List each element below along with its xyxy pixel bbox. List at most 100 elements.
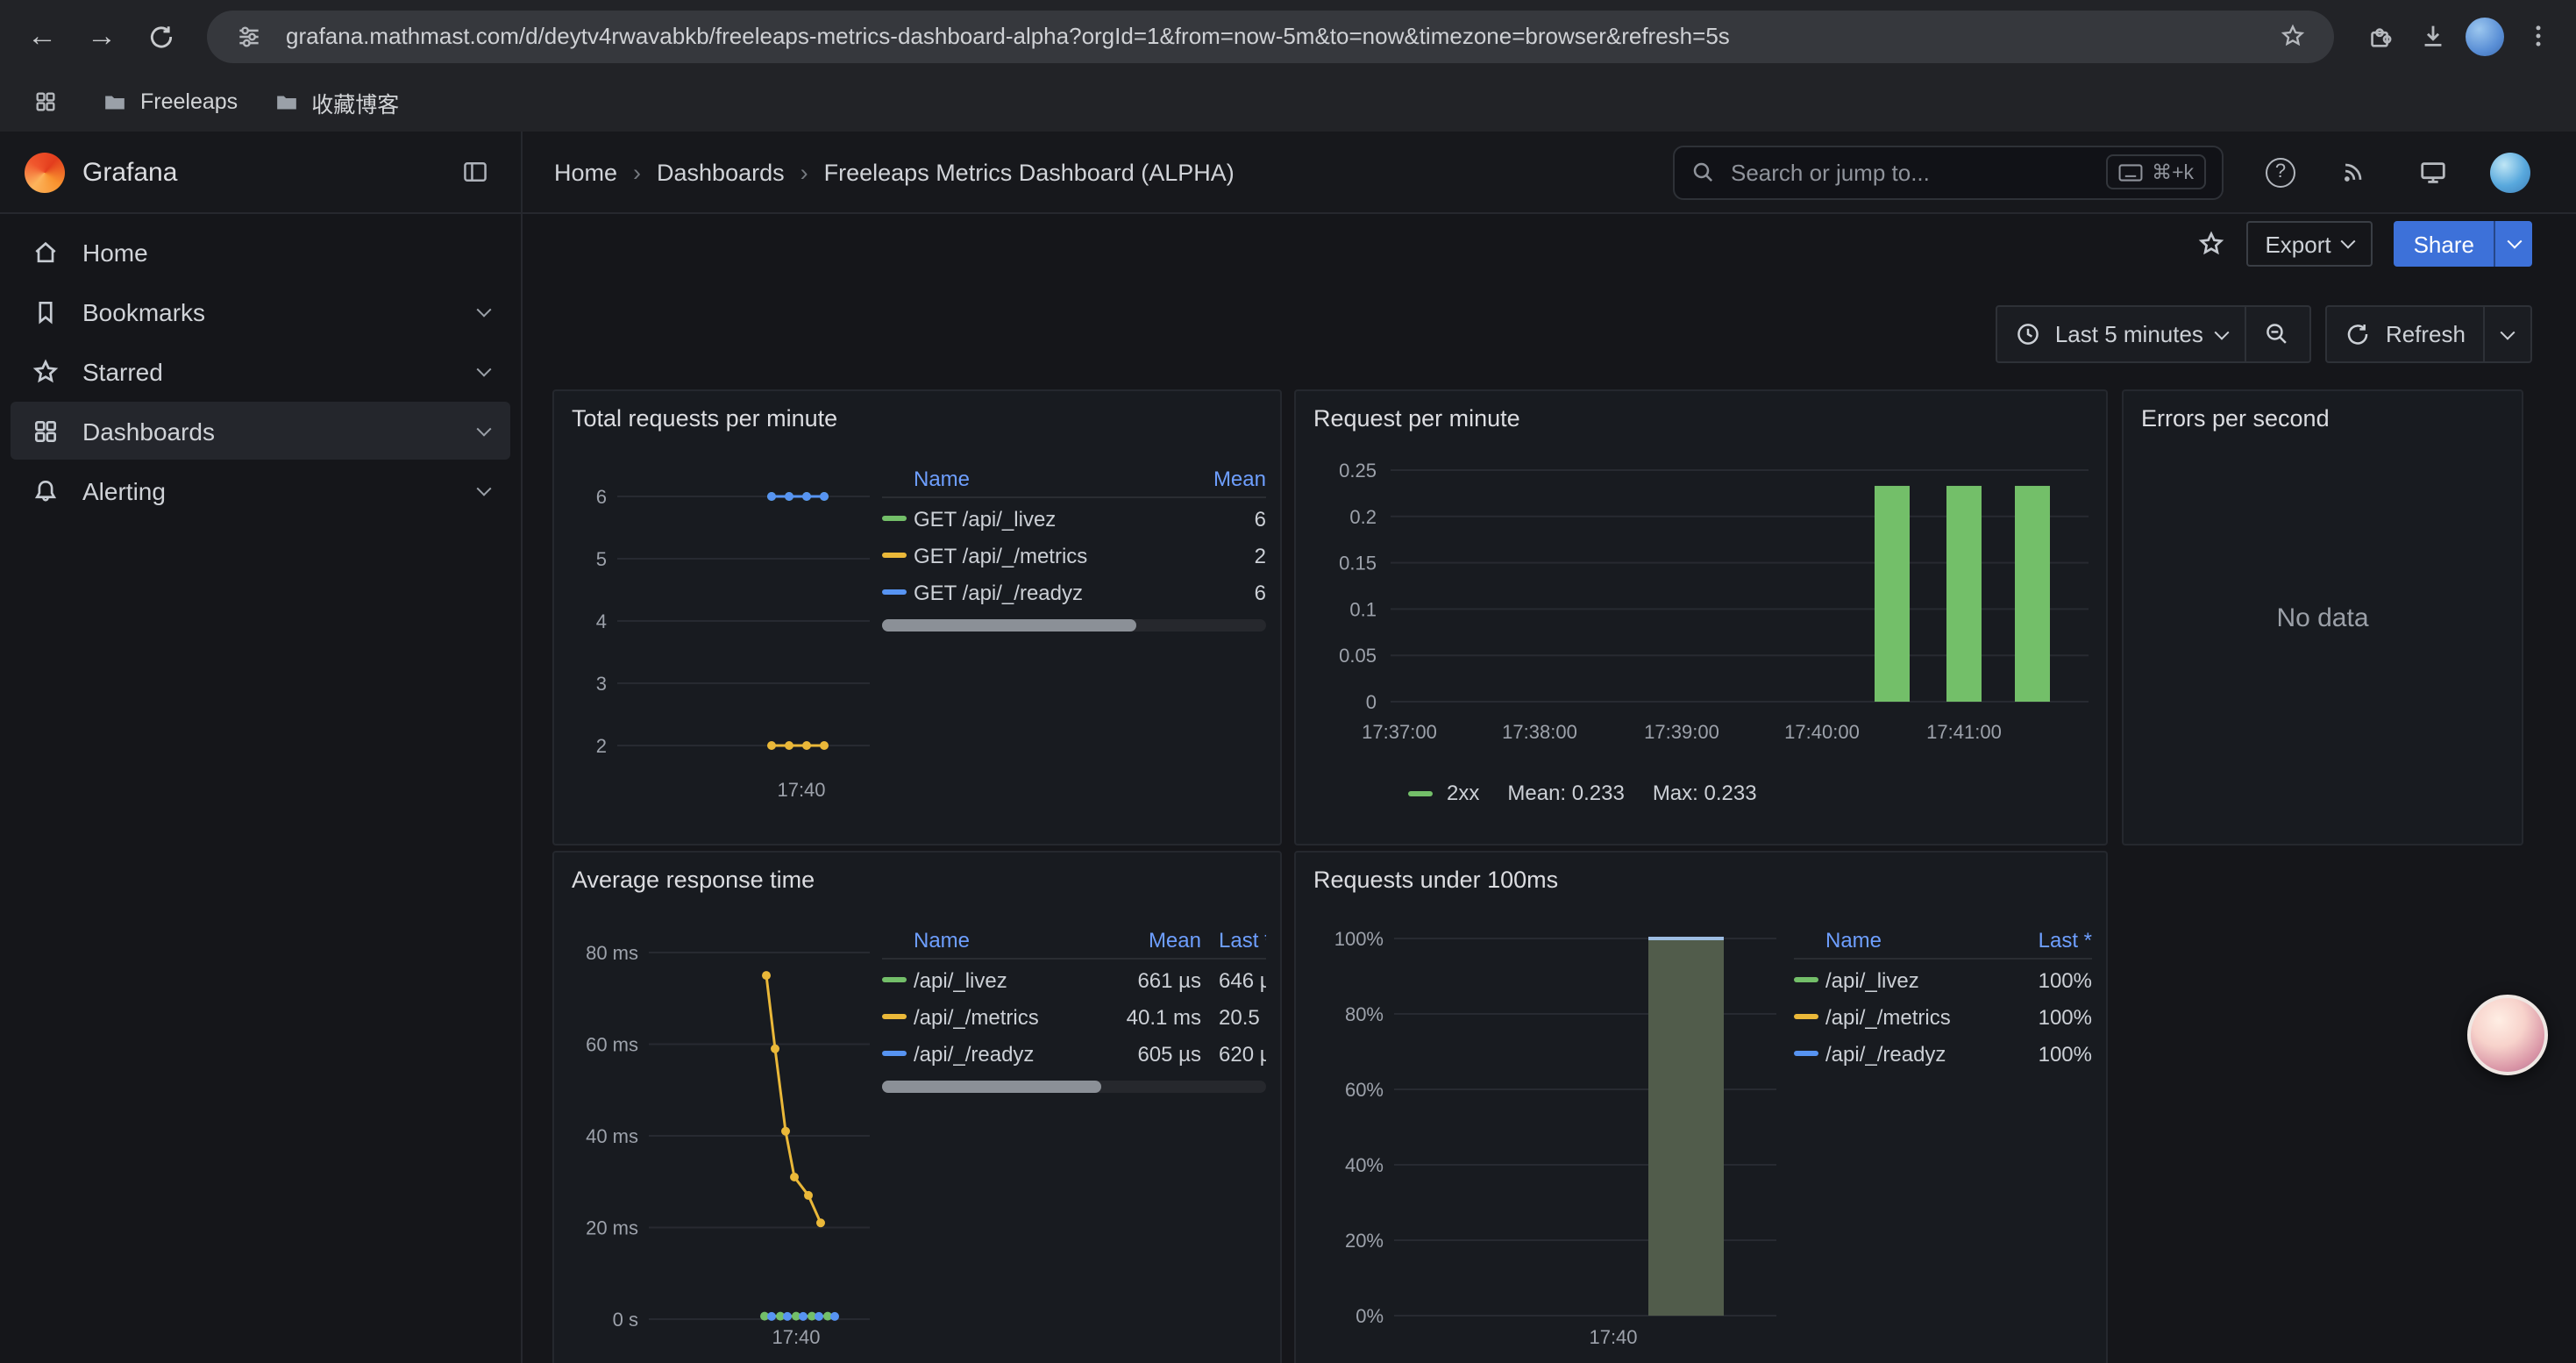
legend-item[interactable]: GET /api/_/metrics2 [882,537,1266,574]
svg-text:0: 0 [1366,691,1377,713]
reload-icon [147,22,175,50]
svg-text:17:39:00: 17:39:00 [1644,721,1719,743]
legend-header[interactable]: Name [1825,927,2001,952]
back-button[interactable]: ← [18,11,67,61]
sidebar-item-home[interactable]: Home [11,223,510,281]
apps-grid-icon[interactable] [25,81,67,123]
series-color-dash [882,977,907,982]
site-settings-icon[interactable] [228,15,270,57]
address-bar[interactable]: grafana.mathmast.com/d/deytv4rwavabkb/fr… [207,10,2334,62]
refresh-interval-caret[interactable] [2483,307,2530,361]
legend-item[interactable]: /api/_/metrics40.1 ms20.5 ms [882,998,1266,1035]
legend-item[interactable]: /api/_livez100% [1794,961,2092,998]
chevron-down-icon[interactable] [479,485,489,496]
legend-header[interactable]: Last * [2001,927,2092,952]
sidebar-item-label: Home [82,238,148,266]
breadcrumb-dashboards[interactable]: Dashboards [657,159,785,185]
news-rss-icon[interactable] [2332,151,2374,193]
series-mean: Mean: 0.233 [1507,781,1624,805]
bar-chart[interactable]: 0.250.20.150.10.05017:37:0017:38:0017:39… [1310,439,2096,765]
grafana-logo[interactable] [25,152,65,192]
export-label: Export [2265,231,2330,257]
bookmark-label: 收藏博客 [311,85,399,118]
forward-button[interactable]: → [77,11,126,61]
svg-text:0 s: 0 s [613,1309,638,1331]
export-button[interactable]: Export [2245,221,2373,267]
panel-title[interactable]: Request per minute [1310,402,2092,439]
legend-scrollbar[interactable] [882,1081,1266,1093]
legend-header[interactable]: Mean [1096,927,1201,952]
svg-text:17:40: 17:40 [772,1326,820,1348]
folder-icon [273,89,299,115]
panel-title[interactable]: Average response time [568,863,1266,900]
sidebar-item-alerting[interactable]: Alerting [11,461,510,519]
grafana-brand: Grafana [0,132,523,212]
scrollbar-thumb[interactable] [882,1081,1101,1093]
reload-button[interactable] [137,11,186,61]
chevron-down-icon[interactable] [479,425,489,436]
bookmark-blog[interactable]: 收藏博客 [273,85,399,118]
bookmark-star-icon[interactable] [2271,15,2313,57]
search-input[interactable]: Search or jump to... ⌘+k [1673,145,2224,199]
favorite-star-button[interactable] [2196,230,2224,258]
timeseries-chart[interactable]: 6543217:40 [568,439,875,810]
floating-avatar[interactable] [2467,995,2548,1075]
legend-header[interactable]: Mean [1189,466,1266,490]
display-icon[interactable] [2411,151,2453,193]
svg-text:0.25: 0.25 [1339,460,1377,482]
svg-text:3: 3 [596,673,607,695]
sidebar-toggle-icon[interactable] [454,151,496,193]
downloads-icon[interactable] [2411,15,2453,57]
browser-profile-avatar[interactable] [2464,15,2506,57]
legend-item[interactable]: /api/_/readyz605 µs620 µs [882,1035,1266,1072]
timeseries-chart[interactable]: 80 ms60 ms40 ms20 ms0 s17:40 [568,900,875,1352]
grafana-header: Grafana Home › Dashboards › Freeleaps Me… [0,132,2576,214]
panel-errors-per-second: Errors per second No data [2122,389,2523,846]
share-button[interactable]: Share [2395,221,2494,267]
browser-menu-icon[interactable] [2516,15,2558,57]
share-menu-caret[interactable] [2494,221,2532,267]
legend-item[interactable]: GET /api/_livez6 [882,500,1266,537]
refresh-group: Refresh [2326,305,2532,363]
time-range-picker[interactable]: Last 5 minutes [1997,307,2245,361]
sidebar-item-starred[interactable]: Starred [11,342,510,400]
legend-header[interactable]: Name [914,466,1189,490]
share-label: Share [2414,231,2474,257]
panel-title[interactable]: Total requests per minute [568,402,1266,439]
series-color-dash [1794,1051,1818,1056]
svg-text:20 ms: 20 ms [586,1217,638,1239]
user-avatar[interactable] [2490,152,2530,192]
series-color-dash [1794,1014,1818,1019]
chevron-down-icon[interactable] [479,366,489,376]
legend-item[interactable]: /api/_/readyz100% [1794,1035,2092,1072]
zoom-out-button[interactable] [2245,307,2310,361]
refresh-label: Refresh [2386,321,2466,347]
legend-row[interactable]: 2xx Mean: 0.233 Max: 0.233 [1408,781,2092,805]
legend-header[interactable]: Name [914,927,1096,952]
scrollbar-thumb[interactable] [882,619,1135,632]
legend-scrollbar[interactable] [882,619,1266,632]
bookmark-freeleaps[interactable]: Freeleaps [102,89,238,115]
refresh-button[interactable]: Refresh [2328,307,2483,361]
bar-chart[interactable]: 100%80%60%40%20%0%17:40 [1310,900,1787,1352]
sidebar-item-dashboards[interactable]: Dashboards [11,402,510,460]
help-icon[interactable]: ? [2266,157,2295,187]
extensions-icon[interactable] [2359,15,2401,57]
panel-title[interactable]: Requests under 100ms [1310,863,2092,900]
refresh-icon [2345,321,2372,347]
legend-item[interactable]: GET /api/_/readyz6 [882,574,1266,610]
panel-title[interactable]: Errors per second [2138,402,2508,439]
sidebar-item-bookmarks[interactable]: Bookmarks [11,282,510,340]
legend-header[interactable]: Last * [1201,927,1266,952]
legend-table: NameMean GET /api/_livez6GET /api/_/metri… [882,439,1266,810]
screen: { "browser": { "url": "grafana.mathmast.… [0,0,2576,1363]
legend-header-row: NameMeanLast * [882,921,1266,960]
legend-item[interactable]: /api/_/metrics100% [1794,998,2092,1035]
breadcrumb-home[interactable]: Home [554,159,617,185]
url-text[interactable]: grafana.mathmast.com/d/deytv4rwavabkb/fr… [286,23,2255,49]
svg-text:17:37:00: 17:37:00 [1362,721,1437,743]
legend-item[interactable]: /api/_livez661 µs646 µs [882,961,1266,998]
svg-text:0.15: 0.15 [1339,553,1377,574]
series-color-dash [882,589,907,595]
chevron-down-icon[interactable] [479,306,489,317]
